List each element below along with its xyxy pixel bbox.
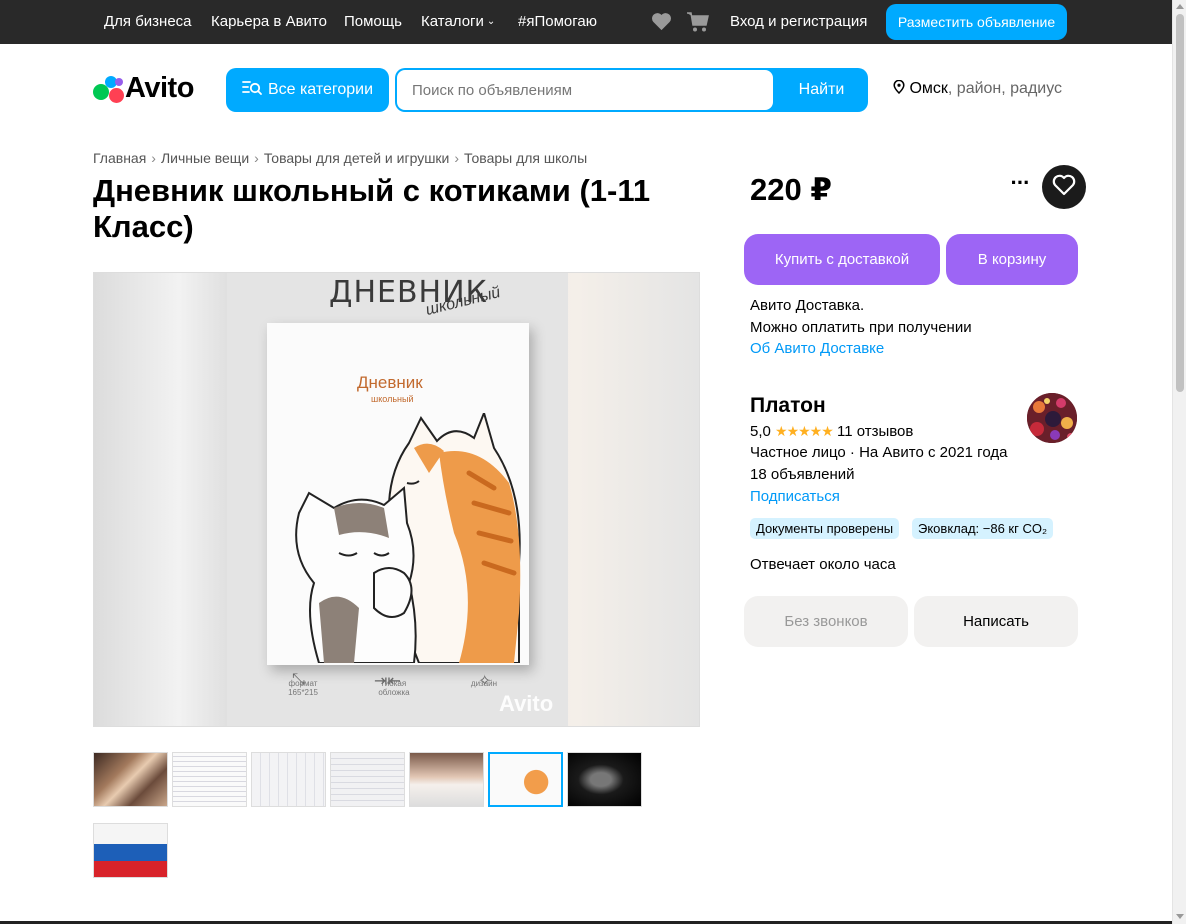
thumbnail[interactable] xyxy=(93,752,168,807)
main-product-image[interactable]: ДНЕВНИК школьный Дневник школьный ⤡ форм… xyxy=(93,272,700,727)
favorites-heart-icon[interactable] xyxy=(651,12,672,36)
thumbnail[interactable] xyxy=(567,752,642,807)
feature-format: формат 165*215 xyxy=(288,679,318,697)
location-city: Омск xyxy=(909,80,948,97)
thumbnail[interactable] xyxy=(251,752,326,807)
topbar-link-catalogs[interactable]: Каталоги ⌄ xyxy=(421,13,495,30)
subscribe-link[interactable]: Подписаться xyxy=(750,488,840,505)
scrollbar-thumb[interactable] xyxy=(1176,14,1184,392)
breadcrumb-chevron-icon: › xyxy=(454,150,460,166)
logo-dot-purple xyxy=(115,78,123,86)
all-categories-label: Все категории xyxy=(267,81,374,98)
search-button[interactable]: Найти xyxy=(775,68,868,112)
write-message-button[interactable]: Написать xyxy=(914,596,1078,647)
thumbnail[interactable] xyxy=(409,752,484,807)
search-input[interactable] xyxy=(397,70,773,110)
add-to-cart-button[interactable]: В корзину xyxy=(946,234,1078,285)
logo-dot-red xyxy=(109,88,124,103)
thumbnail[interactable] xyxy=(93,823,168,878)
seller-reviews-link[interactable]: 11 отзывов xyxy=(837,423,913,440)
breadcrumb-school-goods[interactable]: Товары для школы xyxy=(464,150,587,166)
cover-title: Дневник xyxy=(357,373,423,392)
breadcrumb-personal-items[interactable]: Личные вещи xyxy=(161,150,249,166)
chevron-down-icon: ⌄ xyxy=(486,16,496,27)
seller-ads-count[interactable]: 18 объявлений xyxy=(750,466,855,483)
item-title: Дневник школьный с котиками (1-11 Класс) xyxy=(93,173,651,244)
more-options-icon[interactable]: ··· xyxy=(1008,172,1032,199)
logo-wordmark: Avito xyxy=(125,72,194,104)
no-calls-button[interactable]: Без звонков xyxy=(744,596,908,647)
topbar-link-business[interactable]: Для бизнеса xyxy=(104,13,192,30)
scroll-up-arrow-icon[interactable] xyxy=(1176,4,1184,9)
delivery-info: Авито Доставка. xyxy=(750,297,865,314)
location-pin-icon xyxy=(893,79,909,97)
search-bar: Найти xyxy=(395,68,868,112)
cover-subtitle: школьный xyxy=(371,394,414,404)
feature-flexible-cover: гибкая обложка xyxy=(378,679,410,697)
avito-watermark: Avito xyxy=(499,691,554,716)
thumbnail[interactable] xyxy=(172,752,247,807)
avatar[interactable] xyxy=(1027,393,1077,443)
cats-illustration xyxy=(295,413,521,663)
location-selector[interactable]: Омск, район, радиус xyxy=(893,79,1063,98)
post-ad-button[interactable]: Разместить объявление xyxy=(886,4,1067,40)
login-link[interactable]: Вход и регистрация xyxy=(730,13,867,30)
status-badge: Документы проверены xyxy=(750,518,900,539)
seller-rating: 5,0 xyxy=(750,423,771,440)
page-scrollbar[interactable] xyxy=(1172,0,1186,924)
location-details: , район, радиус xyxy=(947,80,1063,97)
categories-search-icon xyxy=(242,80,262,101)
topbar-link-ya-pomogayu[interactable]: #яПомогаю xyxy=(518,13,597,30)
topbar-link-help[interactable]: Помощь xyxy=(344,13,402,30)
breadcrumb-chevron-icon: › xyxy=(254,150,259,166)
rating-stars-icon: ★★★★★ xyxy=(775,423,834,439)
scroll-down-arrow-icon[interactable] xyxy=(1176,914,1184,919)
add-to-favorites-button[interactable] xyxy=(1042,165,1086,209)
thumbnail-active[interactable] xyxy=(488,752,563,807)
feature-design: дизайн xyxy=(470,679,498,688)
breadcrumb: Главная › Личные вещи › Товары для детей и и… xyxy=(93,150,587,166)
topbar-link-career[interactable]: Карьера в Авито xyxy=(211,13,327,30)
catalogs-label: Каталоги xyxy=(421,13,484,30)
all-categories-button[interactable]: Все категории xyxy=(226,68,389,112)
avito-logo[interactable]: Avito xyxy=(93,72,203,106)
response-time: Отвечает около часа xyxy=(750,556,896,573)
buy-with-delivery-button[interactable]: Купить с доставкой xyxy=(744,234,940,285)
cart-icon[interactable] xyxy=(686,11,710,38)
seller-type: Частное лицо · На Авито с 2021 года xyxy=(750,444,1008,461)
eco-badge: Эковклад: −86 кг CO₂ xyxy=(912,518,1054,539)
thumbnail[interactable] xyxy=(330,752,405,807)
top-navigation-bar: Для бизнеса Карьера в Авито Помощь Катал… xyxy=(0,0,1172,44)
delivery-payment-info: Можно оплатить при получении xyxy=(750,319,972,336)
breadcrumb-kids-goods[interactable]: Товары для детей и игрушки xyxy=(264,150,450,166)
seller-rating-row: 5,0 ★★★★★ 11 отзывов xyxy=(750,423,913,440)
heart-icon xyxy=(1052,174,1076,201)
about-delivery-link[interactable]: Об Авито Доставке xyxy=(750,340,884,357)
breadcrumb-chevron-icon: › xyxy=(151,150,156,166)
item-price: 220 ₽ xyxy=(750,172,832,207)
breadcrumb-home[interactable]: Главная xyxy=(93,150,146,166)
seller-name[interactable]: Платон xyxy=(750,394,826,418)
